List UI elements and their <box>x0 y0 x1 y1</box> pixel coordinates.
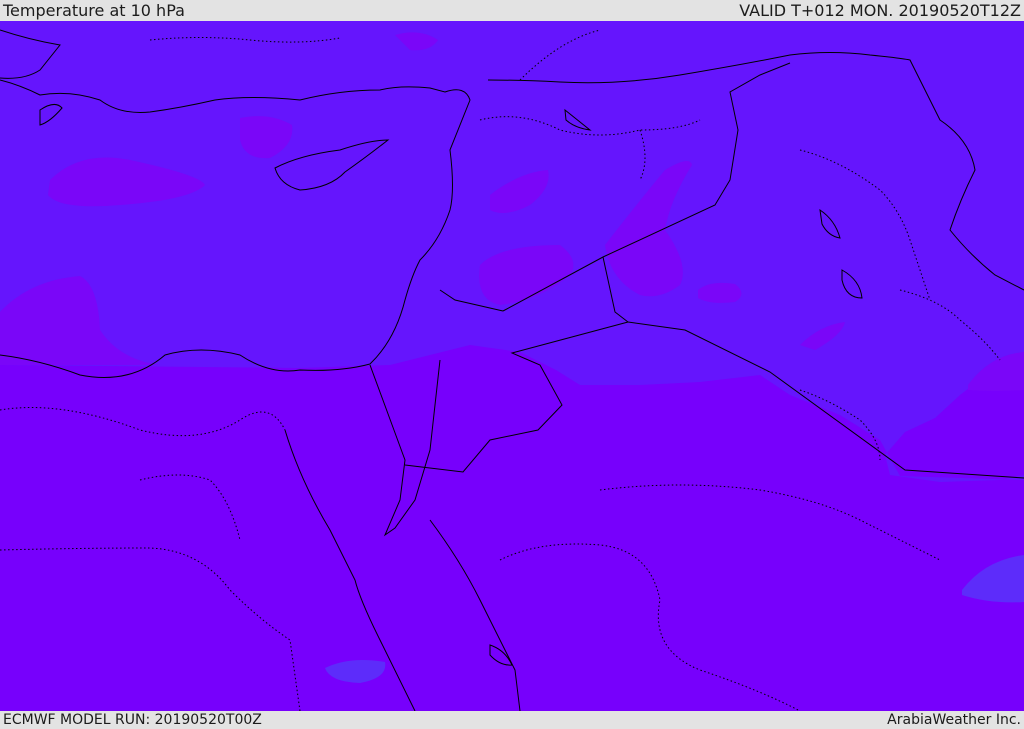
header-bar: Temperature at 10 hPa VALID T+012 MON. 2… <box>0 0 1024 21</box>
valid-time: VALID T+012 MON. 20190520T12Z <box>739 1 1021 20</box>
weather-map[interactable] <box>0 21 1024 711</box>
credit: ArabiaWeather Inc. <box>887 712 1021 728</box>
footer-bar: ECMWF MODEL RUN: 20190520T00Z ArabiaWeat… <box>0 711 1024 729</box>
map-title: Temperature at 10 hPa <box>3 1 185 20</box>
model-run: ECMWF MODEL RUN: 20190520T00Z <box>3 712 262 728</box>
